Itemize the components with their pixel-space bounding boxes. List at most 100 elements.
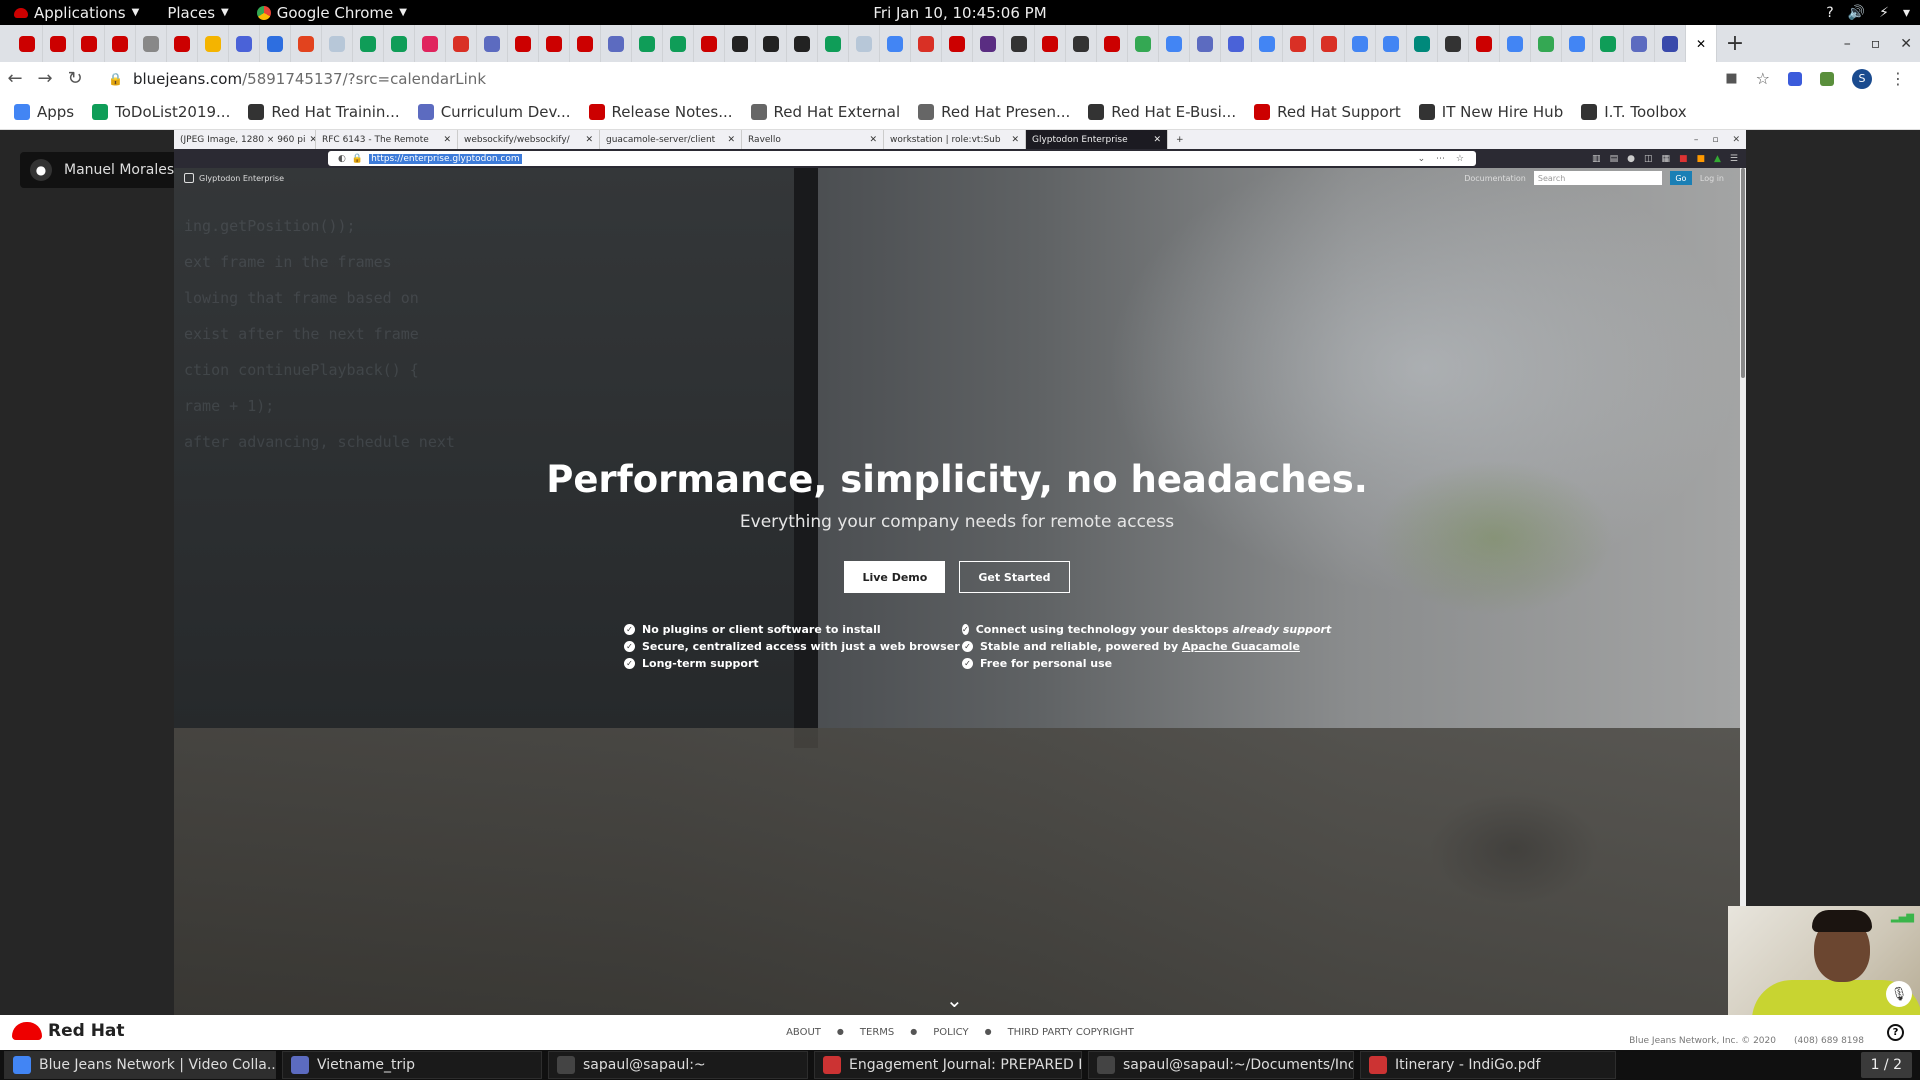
taskbar-window-button[interactable]: Vietname_trip xyxy=(282,1051,542,1079)
pinned-tab[interactable] xyxy=(1345,25,1376,62)
pinned-tab[interactable] xyxy=(105,25,136,62)
maximize-icon[interactable]: ▫ xyxy=(1871,36,1881,52)
pinned-tab[interactable] xyxy=(508,25,539,62)
applications-menu[interactable]: Applications ▼ xyxy=(0,0,153,25)
bookmark-item[interactable]: Curriculum Dev... xyxy=(417,103,571,121)
pinned-tab[interactable] xyxy=(818,25,849,62)
pinned-tab[interactable] xyxy=(1500,25,1531,62)
back-arrow-icon[interactable]: ← xyxy=(0,68,30,89)
pinned-tab[interactable] xyxy=(973,25,1004,62)
pinned-tab[interactable] xyxy=(1314,25,1345,62)
new-tab-button[interactable]: + xyxy=(1717,31,1753,56)
pinned-tab[interactable] xyxy=(911,25,942,62)
pinned-tab[interactable] xyxy=(1066,25,1097,62)
close-window-icon[interactable]: ✕ xyxy=(1900,36,1912,52)
pinned-tab[interactable] xyxy=(1624,25,1655,62)
pinned-tab[interactable] xyxy=(1407,25,1438,62)
pinned-tab[interactable] xyxy=(1469,25,1500,62)
pinned-tab[interactable] xyxy=(136,25,167,62)
bookmark-item[interactable]: Red Hat Presen... xyxy=(918,103,1070,121)
pinned-tab[interactable] xyxy=(1159,25,1190,62)
pinned-tab[interactable] xyxy=(1190,25,1221,62)
pinned-tab[interactable] xyxy=(849,25,880,62)
workspace-pager[interactable]: 1 / 2 xyxy=(1860,1052,1912,1078)
pinned-tab[interactable] xyxy=(1593,25,1624,62)
footer-link[interactable]: TERMS xyxy=(860,1027,894,1038)
power-icon[interactable]: ⚡ xyxy=(1879,5,1889,21)
taskbar-window-button[interactable]: sapaul@sapaul:~ xyxy=(548,1051,808,1079)
pinned-tab[interactable] xyxy=(632,25,663,62)
active-tab-close-icon[interactable]: ✕ xyxy=(1686,25,1717,62)
reload-icon[interactable]: ↻ xyxy=(60,68,90,89)
microphone-icon[interactable]: 🎙 xyxy=(1886,981,1912,1007)
bookmark-item[interactable]: Apps xyxy=(14,103,74,121)
pinned-tab[interactable] xyxy=(942,25,973,62)
bookmark-item[interactable]: I.T. Toolbox xyxy=(1581,103,1687,121)
pinned-tab[interactable] xyxy=(384,25,415,62)
pinned-tab[interactable] xyxy=(12,25,43,62)
pinned-tab[interactable] xyxy=(1128,25,1159,62)
pinned-tab[interactable] xyxy=(1562,25,1593,62)
pinned-tab[interactable] xyxy=(539,25,570,62)
bookmark-item[interactable]: Red Hat External xyxy=(750,103,900,121)
pinned-tab[interactable] xyxy=(260,25,291,62)
pinned-tab[interactable] xyxy=(446,25,477,62)
pinned-tab[interactable] xyxy=(1035,25,1066,62)
pinned-tab[interactable] xyxy=(477,25,508,62)
pinned-tab[interactable] xyxy=(694,25,725,62)
taskbar-window-button[interactable]: Engagement Journal: PREPARED F... xyxy=(814,1051,1082,1079)
pinned-tab[interactable] xyxy=(229,25,260,62)
footer-link[interactable]: THIRD PARTY COPYRIGHT xyxy=(1008,1027,1134,1038)
address-bar[interactable]: 🔒 bluejeans.com /5891745137/?src=calenda… xyxy=(98,65,1758,92)
pinned-tab[interactable] xyxy=(880,25,911,62)
self-view-video[interactable]: ▂▄▆ 🎙 xyxy=(1728,906,1920,1015)
pinned-tab[interactable] xyxy=(1252,25,1283,62)
chrome-app-menu[interactable]: Google Chrome ▼ xyxy=(243,0,421,25)
pinned-tab[interactable] xyxy=(1655,25,1686,62)
pinned-tab[interactable] xyxy=(663,25,694,62)
pinned-tab[interactable] xyxy=(415,25,446,62)
pinned-tab[interactable] xyxy=(167,25,198,62)
help-icon[interactable]: ? xyxy=(1826,5,1833,21)
extension-icon[interactable] xyxy=(1788,71,1802,86)
taskbar-window-button[interactable]: Blue Jeans Network | Video Colla... xyxy=(4,1051,276,1079)
pinned-tab[interactable] xyxy=(756,25,787,62)
places-menu[interactable]: Places ▼ xyxy=(153,0,242,25)
bookmark-item[interactable]: IT New Hire Hub xyxy=(1418,103,1563,121)
kebab-menu-icon[interactable]: ⋮ xyxy=(1890,69,1906,88)
footer-link[interactable]: POLICY xyxy=(933,1027,968,1038)
camera-icon[interactable]: ■ xyxy=(1725,71,1737,86)
pinned-tab[interactable] xyxy=(198,25,229,62)
profile-avatar[interactable]: S xyxy=(1852,68,1872,89)
system-menu-caret-icon[interactable]: ▾ xyxy=(1903,5,1910,21)
pinned-tab[interactable] xyxy=(353,25,384,62)
taskbar-window-button[interactable]: sapaul@sapaul:~/Documents/Inco... xyxy=(1088,1051,1354,1079)
pinned-tab[interactable] xyxy=(787,25,818,62)
pinned-tab[interactable] xyxy=(322,25,353,62)
pinned-tab[interactable] xyxy=(74,25,105,62)
pinned-tab[interactable] xyxy=(1283,25,1314,62)
pinned-tab[interactable] xyxy=(725,25,756,62)
pinned-tab[interactable] xyxy=(1531,25,1562,62)
pinned-tab[interactable] xyxy=(43,25,74,62)
bookmark-item[interactable]: Red Hat Trainin... xyxy=(248,103,400,121)
pinned-tab[interactable] xyxy=(1097,25,1128,62)
pinned-tab[interactable] xyxy=(601,25,632,62)
forward-arrow-icon[interactable]: → xyxy=(30,68,60,89)
bookmark-item[interactable]: Red Hat Support xyxy=(1254,103,1401,121)
volume-icon[interactable]: 🔊 xyxy=(1848,5,1865,21)
taskbar-window-button[interactable]: Itinerary - IndiGo.pdf xyxy=(1360,1051,1616,1079)
help-icon[interactable]: ? xyxy=(1887,1024,1904,1041)
pinned-tab[interactable] xyxy=(1376,25,1407,62)
pinned-tab[interactable] xyxy=(291,25,322,62)
bookmark-item[interactable]: Red Hat E-Busi... xyxy=(1088,103,1236,121)
pinned-tab[interactable] xyxy=(1004,25,1035,62)
minimize-icon[interactable]: – xyxy=(1844,36,1851,52)
bookmark-star-icon[interactable]: ☆ xyxy=(1756,69,1770,88)
pinned-tab[interactable] xyxy=(1221,25,1252,62)
pinned-tab[interactable] xyxy=(570,25,601,62)
extension-icon[interactable] xyxy=(1820,71,1834,86)
footer-link[interactable]: ABOUT xyxy=(786,1027,821,1038)
bookmark-item[interactable]: Release Notes... xyxy=(588,103,733,121)
pinned-tab[interactable] xyxy=(1438,25,1469,62)
